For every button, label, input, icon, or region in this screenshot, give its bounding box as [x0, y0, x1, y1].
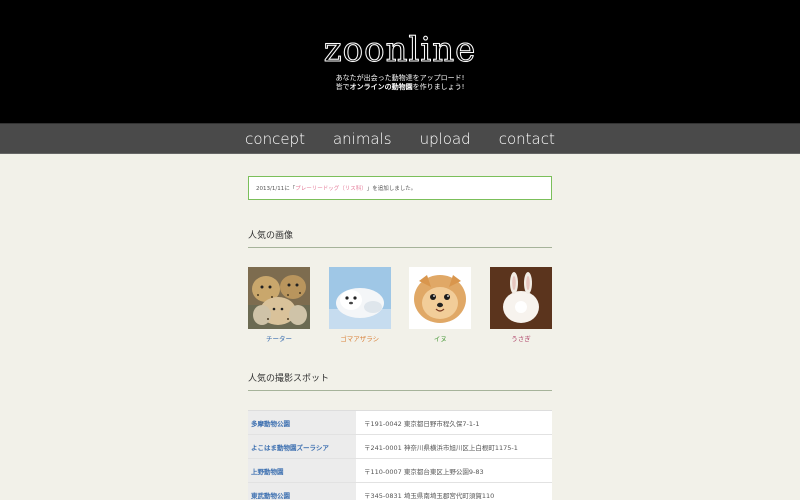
- table-row: 上野動物園 〒110-0007 東京都台東区上野公園9-83: [248, 458, 552, 483]
- nav-animals[interactable]: animals: [333, 130, 392, 148]
- notice-suffix: 」を追加しました。: [366, 186, 417, 192]
- spot-name[interactable]: 多摩動物公園: [248, 410, 356, 435]
- tagline-bold: オンラインの動物園: [349, 83, 413, 91]
- rabbit-image[interactable]: [489, 267, 552, 329]
- spot-name[interactable]: 上野動物園: [248, 458, 356, 483]
- thumb-dog[interactable]: イヌ: [409, 267, 472, 343]
- table-row: よこはま動物園ズーラシア 〒241-0001 神奈川県横浜市旭川区上白根町117…: [248, 434, 552, 459]
- thumb-cheetah[interactable]: チーター: [248, 267, 310, 343]
- spot-address: 〒191-0042 東京都日野市程久保7-1-1: [356, 410, 552, 435]
- spot-address: 〒241-0001 神奈川県横浜市旭川区上白根町1175-1: [356, 434, 552, 459]
- tagline: あなたが出会った動物達をアップロード! 皆でオンラインの動物園を作りましょう!: [0, 74, 800, 92]
- tagline-post: を作りましょう!: [412, 83, 465, 91]
- caption-seal[interactable]: ゴマアザラシ: [329, 333, 391, 343]
- popular-spots-title: 人気の撮影スポット: [248, 371, 552, 391]
- nav-upload[interactable]: upload: [420, 130, 471, 148]
- main-content: 2013/1/11に「 プレーリードッグ（リス科） 」を追加しました。 人気の画像 …: [248, 154, 552, 500]
- update-notice: 2013/1/11に「 プレーリードッグ（リス科） 」を追加しました。: [248, 176, 552, 200]
- dog-image[interactable]: [409, 267, 472, 329]
- seal-image[interactable]: [328, 267, 391, 329]
- caption-rabbit[interactable]: うさぎ: [490, 333, 552, 343]
- spot-name[interactable]: 東武動物公園: [248, 482, 356, 500]
- notice-date: 2013/1/11に「: [256, 186, 296, 192]
- cheetah-image[interactable]: [248, 267, 310, 329]
- thumb-seal[interactable]: ゴマアザラシ: [328, 267, 391, 343]
- popular-images-title: 人気の画像: [248, 228, 552, 248]
- table-row: 多摩動物公園 〒191-0042 東京都日野市程久保7-1-1: [248, 410, 552, 435]
- nav-concept[interactable]: concept: [245, 130, 305, 148]
- caption-dog[interactable]: イヌ: [409, 333, 471, 343]
- site-header: zoonline あなたが出会った動物達をアップロード! 皆でオンラインの動物園…: [0, 0, 800, 123]
- thumb-rabbit[interactable]: うさぎ: [489, 267, 552, 343]
- notice-link[interactable]: プレーリードッグ（リス科）: [295, 184, 367, 192]
- site-logo[interactable]: zoonline: [0, 30, 800, 71]
- spot-address: 〒110-0007 東京都台東区上野公園9-83: [356, 458, 552, 483]
- popular-images-gallery: チーター ゴマアザラシ イヌ うさぎ: [248, 267, 552, 343]
- tagline-line-2: 皆でオンラインの動物園を作りましょう!: [0, 83, 800, 92]
- table-row: 東武動物公園 〒345-0831 埼玉県南埼玉郡宮代町須賀110: [248, 482, 552, 500]
- tagline-line-1: あなたが出会った動物達をアップロード!: [335, 74, 465, 82]
- nav-contact[interactable]: contact: [499, 130, 555, 148]
- caption-cheetah[interactable]: チーター: [248, 333, 310, 343]
- tagline-pre: 皆で: [335, 83, 350, 91]
- spot-address: 〒345-0831 埼玉県南埼玉郡宮代町須賀110: [356, 482, 552, 500]
- main-nav: concept animals upload contact: [0, 123, 800, 154]
- spot-name[interactable]: よこはま動物園ズーラシア: [248, 434, 356, 459]
- spots-table: 多摩動物公園 〒191-0042 東京都日野市程久保7-1-1 よこはま動物園ズ…: [248, 410, 552, 500]
